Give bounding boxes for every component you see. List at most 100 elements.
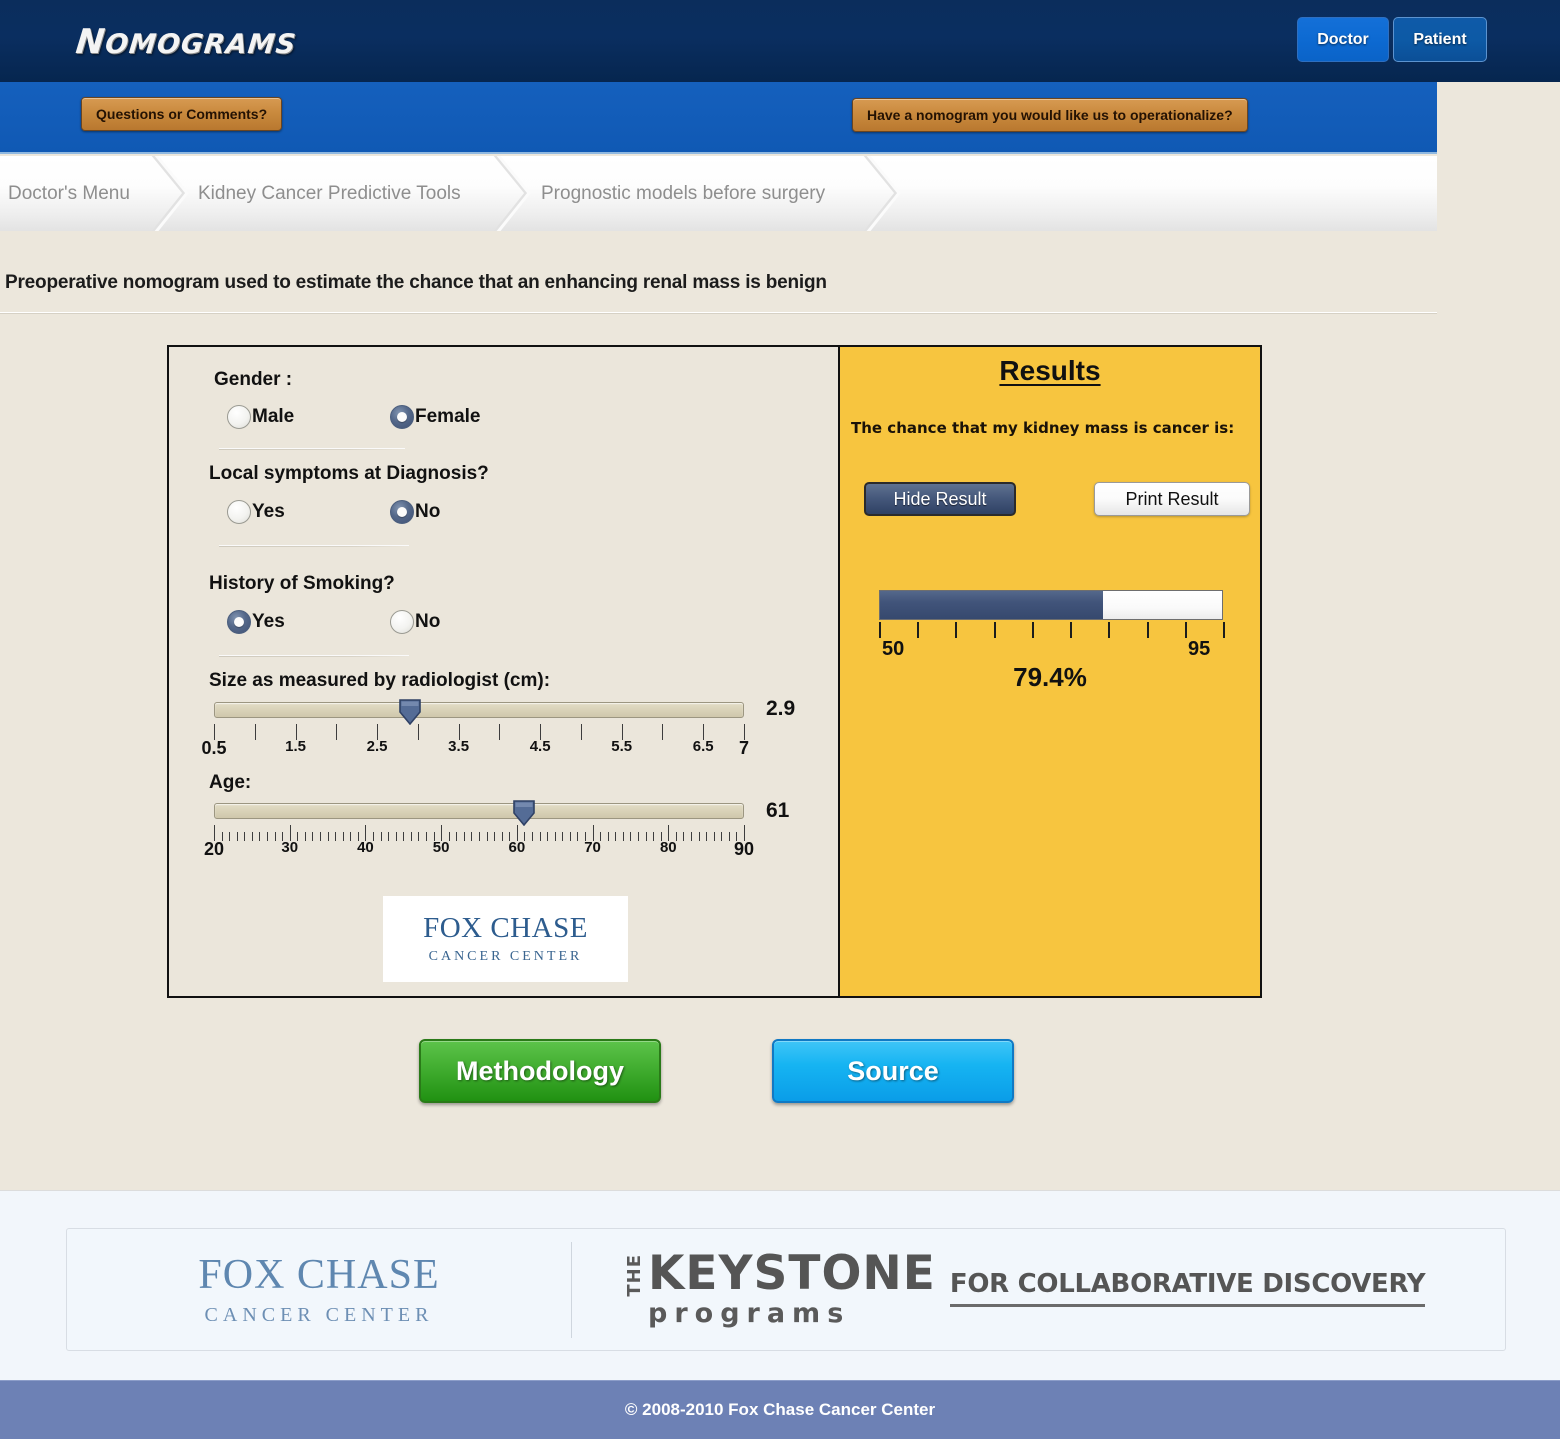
slider-tick: [494, 832, 496, 841]
slider-tick-label: 1.5: [285, 738, 306, 755]
gender-option-male[interactable]: Male: [227, 405, 390, 429]
smoking-option-no-label: No: [415, 611, 441, 632]
slider-tick: [479, 832, 480, 841]
breadcrumb: Doctor's Menu Kidney Cancer Predictive To…: [0, 156, 1437, 231]
slider-tick: [547, 832, 549, 841]
print-result-button[interactable]: Print Result: [1094, 482, 1250, 516]
slider-tick: [622, 832, 624, 841]
divider-gender: [219, 448, 405, 450]
audience-button-patient[interactable]: Patient: [1393, 17, 1487, 62]
radio-icon-male[interactable]: [227, 405, 251, 429]
fox-chase-logo-top: FOX CHASE: [423, 912, 588, 944]
slider-tick: [410, 832, 412, 841]
smoking-option-yes[interactable]: Yes: [227, 610, 390, 634]
slider-tick: [554, 832, 556, 841]
breadcrumb-item-1[interactable]: Doctor's Menu: [8, 156, 130, 231]
breadcrumb-chevron-icon: [862, 156, 902, 231]
smoking-option-no[interactable]: No: [390, 610, 440, 634]
slider-tick: [251, 832, 253, 841]
slider-tick: [539, 832, 541, 841]
slider-tick: [706, 832, 708, 841]
size-slider-track[interactable]: [214, 702, 744, 718]
result-bar-tick: [1146, 622, 1149, 638]
result-bar-tick: [1184, 622, 1187, 638]
slider-tick: [562, 832, 564, 841]
slider-tick-label: 5.5: [611, 738, 633, 755]
slider-tick: [229, 832, 231, 841]
brand-logo[interactable]: NOMOGRAMS: [74, 22, 299, 62]
slider-tick: [683, 832, 685, 841]
slider-tick-label: 40: [357, 839, 374, 856]
top-header: NOMOGRAMS Doctor Patient: [0, 0, 1560, 82]
slider-tick: [532, 832, 533, 841]
gender-option-female[interactable]: Female: [390, 405, 480, 429]
breadcrumb-item-3[interactable]: Prognostic models before surgery: [541, 156, 825, 231]
slider-tick: [236, 832, 238, 841]
slider-tick: [499, 724, 501, 740]
result-percent: 79.4%: [1013, 662, 1087, 692]
slider-tick: [350, 832, 352, 841]
footer-fox-chase-logo: FOX CHASE CANCER CENTER: [67, 1241, 572, 1338]
slider-tick: [721, 832, 723, 841]
local-symptoms-label: Local symptoms at Diagnosis?: [209, 463, 489, 484]
keystone-name: KEYSTONE: [648, 1246, 936, 1302]
methodology-button[interactable]: Methodology: [419, 1039, 661, 1103]
radio-icon-symptoms-yes[interactable]: [227, 500, 251, 524]
result-bar-tick: [1031, 622, 1034, 638]
local-symptoms-option-yes[interactable]: Yes: [227, 500, 390, 524]
page-title: Preoperative nomogram used to estimate t…: [5, 272, 827, 293]
footer-fox-chase-bottom: CANCER CENTER: [204, 1304, 434, 1326]
radio-icon-symptoms-no[interactable]: [390, 500, 414, 524]
slider-tick: [380, 832, 382, 841]
age-slider-value: 61: [766, 799, 790, 822]
audience-button-doctor[interactable]: Doctor: [1297, 17, 1389, 62]
fox-chase-logo-bottom: CANCER CENTER: [428, 949, 583, 964]
breadcrumb-item-label: Prognostic models before surgery: [541, 182, 826, 204]
local-symptoms-option-yes-label: Yes: [252, 501, 285, 522]
footer-logo-strip: FOX CHASE CANCER CENTER THE KEYSTONE pro…: [66, 1228, 1506, 1351]
slider-tick: [645, 832, 647, 841]
breadcrumb-chevron-icon: [492, 156, 532, 231]
radio-icon-smoking-no[interactable]: [390, 610, 414, 634]
operationalize-request-button[interactable]: Have a nomogram you would like us to ope…: [852, 98, 1248, 132]
size-slider-label: Size as measured by radiologist (cm):: [209, 670, 551, 691]
radio-icon-female[interactable]: [390, 405, 414, 429]
slider-tick: [336, 724, 338, 740]
result-bar-tick: [917, 622, 920, 638]
hide-result-button[interactable]: Hide Result: [864, 482, 1016, 516]
title-divider: [0, 312, 1437, 314]
keystone-tagline: FOR COLLABORATIVE DISCOVERY: [949, 1269, 1426, 1307]
result-progress-bar: [879, 590, 1223, 620]
local-symptoms-option-no[interactable]: No: [390, 500, 440, 524]
result-bar-min-label: 50: [882, 638, 905, 660]
result-bar-tick: [1108, 622, 1111, 638]
smoking-option-yes-label: Yes: [252, 611, 285, 632]
radio-icon-smoking-yes[interactable]: [227, 610, 251, 634]
divider-local-symptoms: [219, 545, 409, 547]
size-slider-value: 2.9: [766, 697, 796, 720]
result-bar-tick: [1070, 622, 1073, 638]
slider-tick-label: 0.5: [201, 738, 227, 758]
age-slider-track[interactable]: [214, 803, 744, 819]
slider-tick: [254, 724, 256, 740]
copyright-bar: © 2008-2010 Fox Chase Cancer Center: [0, 1380, 1560, 1439]
gender-option-male-label: Male: [252, 406, 295, 427]
footer-keystone-logo: THE KEYSTONE programs FOR COLLABORATIVE …: [572, 1246, 1505, 1326]
slider-tick-label: 2.5: [366, 738, 388, 755]
slider-tick: [486, 832, 488, 841]
breadcrumb-item-2[interactable]: Kidney Cancer Predictive Tools: [198, 156, 461, 231]
slider-tick: [342, 832, 344, 841]
breadcrumb-item-label: Doctor's Menu: [8, 182, 130, 204]
slider-tick: [630, 832, 632, 841]
result-bar-ticks: [879, 622, 1225, 638]
slider-tick: [615, 832, 617, 841]
gender-option-female-label: Female: [415, 406, 481, 427]
source-button[interactable]: Source: [772, 1039, 1014, 1103]
slider-tick: [698, 832, 700, 841]
slider-tick-label: 6.5: [692, 738, 714, 755]
results-panel: Results The chance that my kidney mass i…: [838, 347, 1260, 996]
slider-tick: [577, 832, 579, 841]
local-symptoms-option-no-label: No: [415, 501, 441, 522]
questions-or-comments-button[interactable]: Questions or Comments?: [81, 97, 283, 131]
slider-tick-label: 60: [508, 839, 526, 856]
